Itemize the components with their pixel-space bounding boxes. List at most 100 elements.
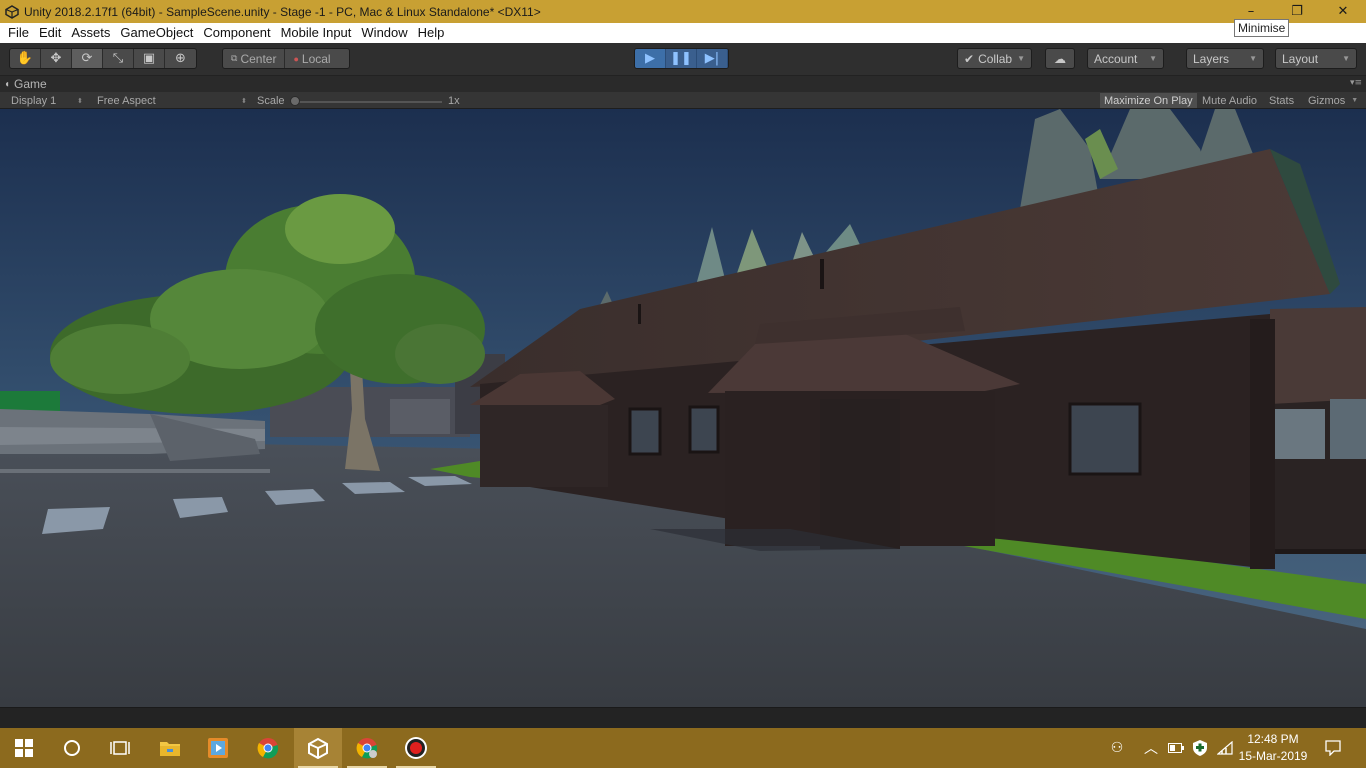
display-dropdown[interactable]: Display 1 ⬍ bbox=[11, 92, 85, 109]
scale-label: Scale bbox=[257, 94, 285, 107]
system-clock[interactable]: 12:48 PM 15-Mar-2019 bbox=[1238, 731, 1308, 765]
start-button[interactable] bbox=[0, 728, 48, 768]
game-tab-bar: ◖ Game ▾≡ bbox=[0, 76, 1366, 92]
menu-assets[interactable]: Assets bbox=[66, 23, 115, 43]
close-button[interactable]: ✕ bbox=[1320, 0, 1366, 23]
record-icon bbox=[405, 737, 427, 759]
media-player-icon bbox=[208, 738, 228, 758]
unity-taskbar-button[interactable] bbox=[294, 728, 342, 768]
game-scene bbox=[0, 109, 1366, 707]
media-player-button[interactable] bbox=[194, 728, 242, 768]
menu-gameobject[interactable]: GameObject bbox=[115, 23, 198, 43]
transform-tools: ✋ ✥ ⟳ ⤡ ▣ ⊕ bbox=[9, 48, 197, 69]
main-toolbar: ✋ ✥ ⟳ ⤡ ▣ ⊕ ⧉ Center ● Local ▶ ❚❚ ▶| ✔ Coll… bbox=[0, 43, 1366, 76]
chevron-up-icon[interactable]: ︿ bbox=[1140, 728, 1162, 768]
windows-taskbar: ⚇ ︿ 12:48 PM 15-Mar-2019 bbox=[0, 728, 1366, 768]
cloud-button[interactable]: ☁ bbox=[1045, 48, 1075, 69]
window-title: Unity 2018.2.17f1 (64bit) - SampleScene.… bbox=[24, 4, 541, 19]
windows-logo-icon bbox=[15, 739, 33, 757]
rotate-tool-icon[interactable]: ⟳ bbox=[72, 49, 103, 68]
folder-icon bbox=[160, 742, 180, 756]
wifi-icon[interactable] bbox=[1213, 728, 1237, 768]
chrome-icon bbox=[356, 738, 378, 759]
aspect-dropdown[interactable]: Free Aspect ⬍ bbox=[97, 92, 252, 109]
cortana-button[interactable] bbox=[48, 728, 96, 768]
recorder-button[interactable] bbox=[392, 728, 440, 768]
maximize-on-play-toggle[interactable]: Maximize On Play bbox=[1100, 93, 1197, 108]
scale-value: 1x bbox=[448, 94, 460, 107]
scale-tool-icon[interactable]: ⤡ bbox=[103, 49, 134, 68]
chevron-down-icon: ▼ bbox=[1017, 54, 1025, 63]
cloud-icon: ☁ bbox=[1054, 51, 1066, 66]
window-title-bar: Unity 2018.2.17f1 (64bit) - SampleScene.… bbox=[0, 0, 1366, 23]
minimise-tooltip: Minimise bbox=[1234, 19, 1290, 37]
chrome-profile-button[interactable] bbox=[343, 728, 391, 768]
play-controls: ▶ ❚❚ ▶| bbox=[634, 48, 729, 69]
rect-tool-icon[interactable]: ▣ bbox=[134, 49, 165, 68]
menu-help[interactable]: Help bbox=[413, 23, 450, 43]
gizmos-label: Gizmos bbox=[1308, 94, 1346, 107]
step-icon[interactable]: ▶| bbox=[697, 49, 728, 68]
layers-dropdown[interactable]: Layers ▼ bbox=[1186, 48, 1264, 69]
account-dropdown[interactable]: Account ▼ bbox=[1087, 48, 1164, 69]
pivot-local-button[interactable]: ● Local bbox=[285, 49, 338, 68]
layers-label: Layers bbox=[1193, 51, 1230, 66]
tab-game-label: Game bbox=[14, 77, 47, 91]
task-view-icon bbox=[110, 741, 130, 755]
pivot-toggle: ⧉ Center ● Local bbox=[222, 48, 350, 69]
updown-icon: ⬍ bbox=[241, 97, 247, 105]
transform-tool-icon[interactable]: ⊕ bbox=[165, 49, 196, 68]
aspect-label: Free Aspect bbox=[97, 94, 156, 107]
gizmos-dropdown[interactable]: Gizmos ▼ bbox=[1304, 93, 1362, 108]
local-icon: ● bbox=[293, 53, 299, 64]
scale-slider-handle[interactable] bbox=[290, 96, 300, 106]
pivot-local-label: Local bbox=[301, 51, 331, 66]
game-view-toolbar: Display 1 ⬍ Free Aspect ⬍ Scale 1x Maxim… bbox=[0, 92, 1366, 109]
chevron-down-icon: ▼ bbox=[1149, 54, 1157, 63]
clock-date: 15-Mar-2019 bbox=[1238, 749, 1308, 763]
menu-edit[interactable]: Edit bbox=[34, 23, 66, 43]
pivot-center-label: Center bbox=[240, 51, 277, 66]
chrome-button[interactable] bbox=[244, 728, 292, 768]
battery-icon[interactable] bbox=[1165, 728, 1187, 768]
hand-tool-icon[interactable]: ✋ bbox=[10, 49, 41, 68]
task-view-button[interactable] bbox=[96, 728, 144, 768]
chrome-icon bbox=[257, 738, 279, 759]
account-label: Account bbox=[1094, 51, 1138, 66]
cortana-circle-icon bbox=[64, 740, 80, 756]
file-explorer-button[interactable] bbox=[146, 728, 194, 768]
unity-icon bbox=[308, 737, 328, 759]
menu-file[interactable]: File bbox=[3, 23, 34, 43]
collab-dropdown[interactable]: ✔ Collab ▼ bbox=[957, 48, 1032, 69]
mute-audio-toggle[interactable]: Mute Audio bbox=[1198, 93, 1261, 108]
updown-icon: ⬍ bbox=[77, 97, 83, 105]
panel-menu-icon[interactable]: ▾≡ bbox=[1350, 78, 1362, 88]
center-icon: ⧉ bbox=[231, 53, 238, 63]
pause-icon[interactable]: ❚❚ bbox=[666, 49, 697, 68]
chevron-down-icon: ▼ bbox=[1249, 54, 1257, 63]
tab-game[interactable]: ◖ Game bbox=[4, 76, 47, 92]
game-controller-icon: ◖ bbox=[4, 78, 11, 90]
pivot-center-button[interactable]: ⧉ Center bbox=[223, 49, 286, 68]
menu-component[interactable]: Component bbox=[198, 23, 275, 43]
game-viewport[interactable] bbox=[0, 109, 1366, 707]
menu-mobile-input[interactable]: Mobile Input bbox=[276, 23, 357, 43]
notification-center-icon[interactable] bbox=[1320, 728, 1346, 768]
scale-slider-track[interactable] bbox=[294, 101, 442, 103]
move-tool-icon[interactable]: ✥ bbox=[41, 49, 72, 68]
menu-bar: File Edit Assets GameObject Component Mo… bbox=[0, 23, 1366, 43]
people-icon[interactable]: ⚇ bbox=[1104, 728, 1130, 768]
layout-dropdown[interactable]: Layout ▼ bbox=[1275, 48, 1357, 69]
unity-logo-icon bbox=[4, 4, 20, 20]
chevron-down-icon: ▼ bbox=[1351, 97, 1359, 104]
chevron-down-icon: ▼ bbox=[1342, 54, 1350, 63]
collab-label: Collab bbox=[978, 51, 1013, 66]
status-strip bbox=[0, 707, 1366, 728]
shield-icon[interactable] bbox=[1189, 728, 1211, 768]
play-icon[interactable]: ▶ bbox=[635, 49, 666, 68]
stats-toggle[interactable]: Stats bbox=[1265, 93, 1298, 108]
menu-window[interactable]: Window bbox=[356, 23, 412, 43]
check-icon: ✔ bbox=[964, 51, 975, 66]
clock-time: 12:48 PM bbox=[1247, 732, 1299, 746]
layout-label: Layout bbox=[1282, 51, 1319, 66]
